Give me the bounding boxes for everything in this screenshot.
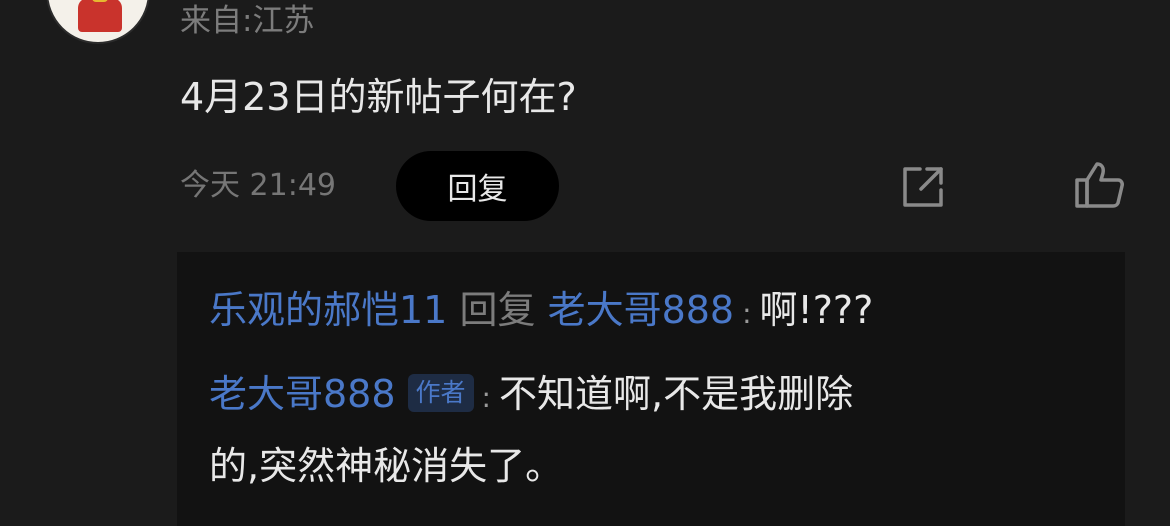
share-icon[interactable] xyxy=(900,164,946,210)
reply-target[interactable]: 老大哥888 xyxy=(548,288,735,332)
reply-button[interactable]: 回复 xyxy=(396,151,559,221)
comment-time: 今天 21:49 xyxy=(180,168,336,203)
reply-text: 不知道啊,不是我删除 xyxy=(498,372,854,416)
reply-separator: : xyxy=(481,381,491,414)
reply-list: 乐观的郝恺11 回复 老大哥888: 啊!??? 老大哥888 作者: 不知道啊,不是… xyxy=(177,252,1125,526)
reply-word: 回复 xyxy=(459,288,536,332)
reply-item[interactable]: 老大哥888 作者: 不知道啊,不是我删除 xyxy=(209,370,853,422)
reply-text: 啊!??? xyxy=(759,288,874,332)
reply-author[interactable]: 老大哥888 xyxy=(209,372,396,416)
author-badge: 作者 xyxy=(407,373,474,412)
reply-author[interactable]: 乐观的郝恺11 xyxy=(209,288,447,332)
comment-text: 4月23日的新帖子何在? xyxy=(180,75,577,119)
reply-text-continued: 的,突然神秘消失了。 xyxy=(209,444,564,488)
comment-location: 来自:江苏 xyxy=(180,3,315,39)
reply-separator: : xyxy=(742,297,752,330)
thumbs-up-icon[interactable] xyxy=(1074,160,1126,210)
reply-item[interactable]: 乐观的郝恺11 回复 老大哥888: 啊!??? xyxy=(209,286,873,338)
avatar[interactable] xyxy=(46,0,150,44)
